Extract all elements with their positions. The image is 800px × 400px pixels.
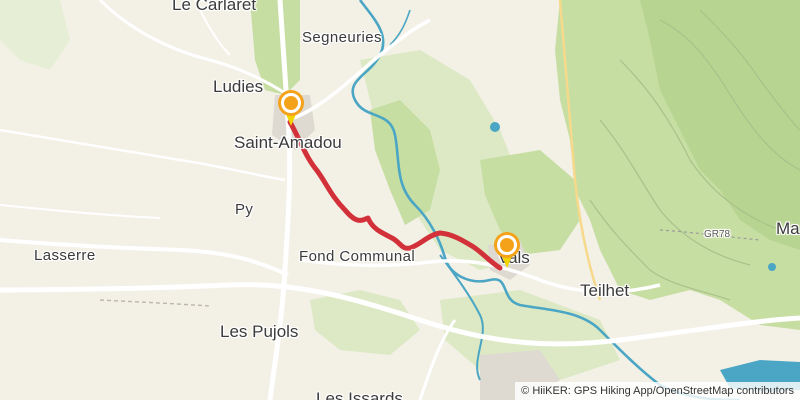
place-label-ma: Ma (776, 219, 800, 238)
place-label-ludies: Ludies (213, 77, 264, 96)
map-attribution: © HiiKER: GPS Hiking App/OpenStreetMap c… (515, 382, 800, 400)
start-marker[interactable] (275, 88, 307, 128)
place-label-py: Py (235, 201, 254, 218)
place-label-lasserre: Lasserre (34, 247, 96, 264)
map-pin-icon (278, 90, 304, 126)
place-label-fond-communal: Fond Communal (299, 248, 416, 265)
place-label-les-pujols: Les Pujols (220, 322, 299, 341)
pond (490, 122, 500, 132)
place-label-segneuries: Segneuries (302, 29, 382, 46)
end-marker[interactable] (491, 230, 523, 270)
map-view[interactable]: Le Carlaret Segneuries Ludies Saint-Amad… (0, 0, 800, 400)
map-canvas[interactable] (0, 0, 800, 400)
place-label-saint-amadou: Saint-Amadou (234, 133, 342, 152)
place-label-le-carlaret: Le Carlaret (172, 0, 257, 14)
place-label-les-issards: Les Issards (316, 389, 403, 400)
trail-label-gr78: GR78 (704, 229, 731, 240)
map-pin-icon (494, 232, 520, 268)
place-label-teilhet: Teilhet (580, 281, 630, 300)
pond (768, 263, 776, 271)
